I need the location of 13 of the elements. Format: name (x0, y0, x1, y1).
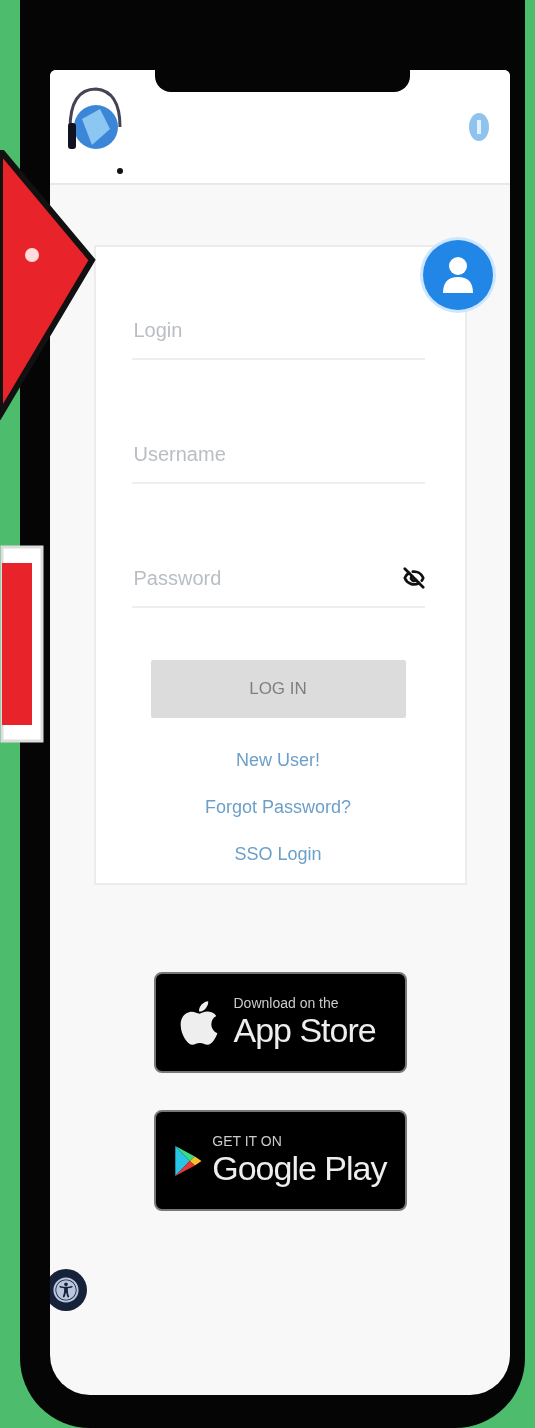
eye-off-icon[interactable] (402, 567, 425, 589)
text-link[interactable]: Forgot Password? (204, 797, 352, 818)
accessibility-icon (53, 1277, 79, 1303)
store-badge[interactable]: GET IT ON Google Play (153, 1110, 407, 1211)
text-link[interactable]: New User! (236, 750, 320, 771)
avatar-button[interactable] (423, 240, 493, 310)
input-field[interactable]: Login (131, 317, 425, 343)
text-link[interactable]: SSO Login (234, 844, 322, 865)
user-icon (441, 255, 475, 295)
input-field[interactable]: Username (131, 441, 425, 467)
store-badge[interactable]: Download on the App Store (153, 972, 407, 1073)
accessibility-button[interactable] (50, 1269, 87, 1311)
input-field[interactable]: Password (131, 565, 403, 591)
